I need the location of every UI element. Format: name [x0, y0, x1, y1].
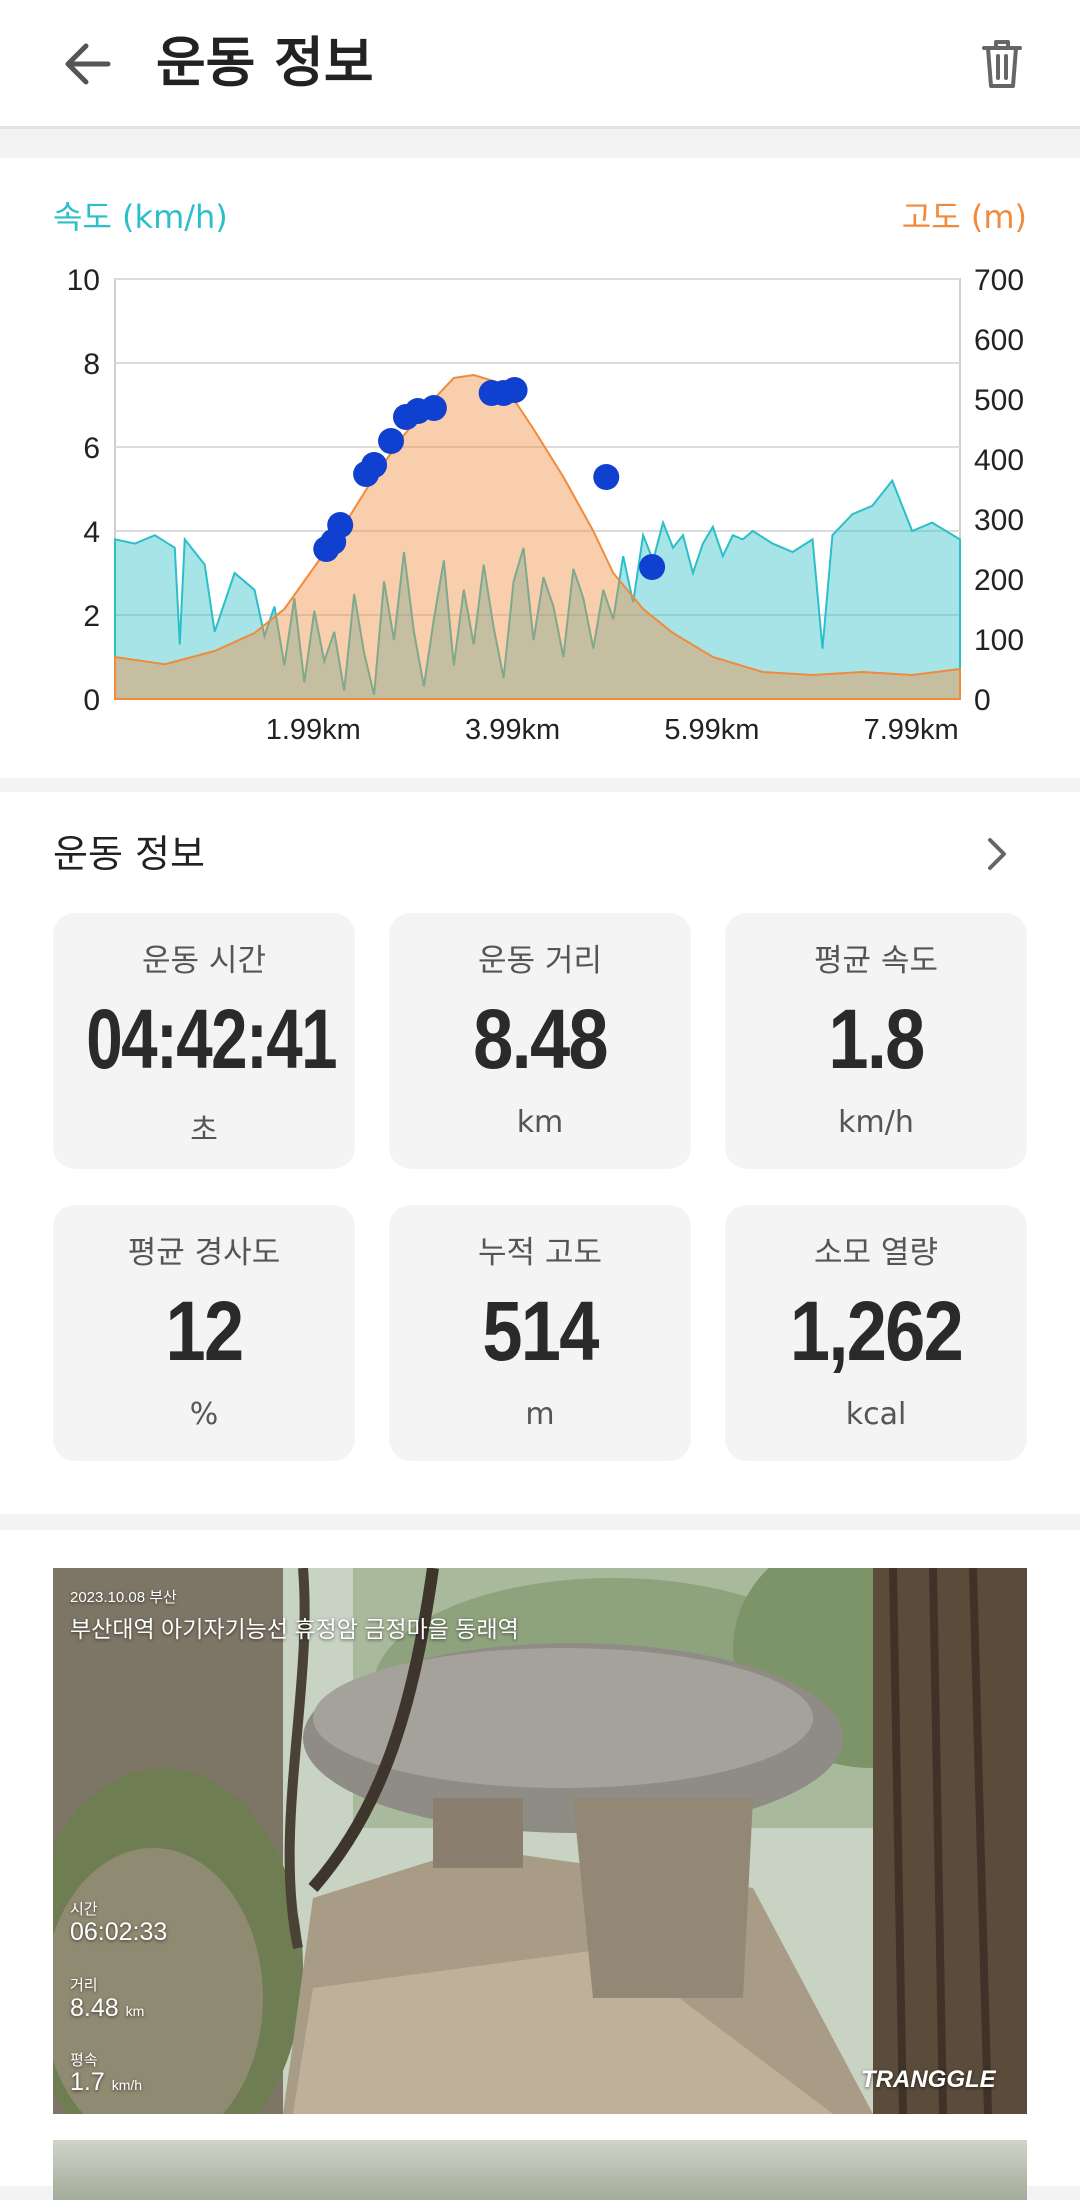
right-tick-label: 600	[974, 324, 1024, 357]
stat-value: 514	[482, 1284, 599, 1378]
photo-scene	[53, 1568, 1027, 2114]
right-tick-label: 400	[974, 444, 1024, 477]
right-tick-label: 200	[974, 564, 1024, 597]
left-tick-label: 10	[67, 264, 100, 297]
stat-label: 운동 시간	[142, 943, 266, 979]
left-tick-label: 2	[83, 600, 100, 633]
photo-distance-unit: km	[125, 2003, 145, 2019]
photo-route: 부산대역 아기자기능선 휴정암 금정마을 동래역	[70, 1616, 519, 1642]
right-tick-label: 500	[974, 384, 1024, 417]
photo-section: 2023.10.08 부산 부산대역 아기자기능선 휴정암 금정마을 동래역 시…	[0, 1530, 1080, 2200]
photo-speed-row: 1.7 km/h	[70, 2068, 142, 2097]
right-tick-label: 0	[974, 684, 991, 717]
photo-distance-value: 8.48	[70, 1994, 119, 2022]
stat-exercise-time: 운동 시간 04:42:41 초	[53, 913, 355, 1169]
x-tick-label: 5.99km	[664, 714, 759, 746]
hike-photo[interactable]: 2023.10.08 부산 부산대역 아기자기능선 휴정암 금정마을 동래역 시…	[53, 1568, 1027, 2114]
chevron-right-icon[interactable]	[975, 832, 1019, 876]
photo-time-label: 시간	[70, 1901, 98, 1918]
x-tick-label: 7.99km	[864, 714, 959, 746]
photo-marker-point	[593, 464, 620, 490]
stat-unit: km	[516, 1105, 564, 1140]
stat-label: 평균 속도	[814, 943, 938, 979]
arrow-left-icon[interactable]	[56, 32, 120, 96]
stat-value: 8.48	[473, 992, 608, 1086]
photo-speed-label: 평속	[70, 2052, 98, 2069]
photo-distance-label: 거리	[70, 1977, 98, 1994]
stat-label: 누적 고도	[478, 1235, 602, 1271]
photo-marker-point	[501, 377, 528, 403]
stat-cumulative-altitude: 누적 고도 514 m	[389, 1205, 691, 1461]
app-header: 운동 정보	[0, 0, 1080, 129]
photo-date-location: 2023.10.08 부산	[70, 1589, 177, 1606]
stat-label: 운동 거리	[478, 943, 602, 979]
left-tick-label: 0	[83, 684, 100, 717]
x-tick-label: 3.99km	[465, 714, 560, 746]
right-tick-label: 100	[974, 624, 1024, 657]
left-tick-label: 4	[83, 516, 100, 549]
stat-value: 1.8	[828, 992, 925, 1086]
photo-speed-unit: km/h	[111, 2077, 143, 2093]
stat-unit: %	[189, 1397, 219, 1432]
stat-value: 12	[165, 1284, 245, 1378]
stat-label: 소모 열량	[814, 1235, 938, 1271]
x-tick-label: 1.99km	[266, 714, 361, 746]
photo-speed-value: 1.7	[70, 2068, 105, 2096]
left-axis-label: 속도 (km/h)	[53, 198, 228, 236]
stat-average-slope: 평균 경사도 12 %	[53, 1205, 355, 1461]
stat-label: 평균 경사도	[127, 1235, 281, 1271]
stat-average-speed: 평균 속도 1.8 km/h	[725, 913, 1027, 1169]
exercise-info-section: 운동 정보 운동 시간 04:42:41 초 운동 거리 8.48 km 평균 …	[0, 792, 1080, 1514]
stat-unit: 초	[190, 1113, 218, 1148]
right-axis-label: 고도 (m)	[902, 198, 1027, 236]
photo-marker-point	[420, 395, 447, 421]
right-tick-label: 700	[974, 264, 1024, 297]
photo-distance-row: 8.48 km	[70, 1994, 144, 2023]
section-title: 운동 정보	[53, 832, 205, 876]
photo-marker-point	[378, 428, 405, 454]
stat-value: 1,262	[789, 1284, 964, 1378]
speed-altitude-chart-card: 속도 (km/h) 고도 (m) 10 8 6 4 2 0 700 600 500 400 300 200…	[0, 158, 1080, 778]
photo-marker-point	[361, 452, 388, 478]
stat-exercise-distance: 운동 거리 8.48 km	[389, 913, 691, 1169]
photo-marker-point	[639, 554, 666, 580]
next-photo[interactable]	[53, 2140, 1027, 2200]
stat-unit: kcal	[845, 1397, 907, 1432]
brand-logo: TRANGGLE	[861, 2066, 996, 2093]
left-tick-label: 8	[83, 348, 100, 381]
trash-icon[interactable]	[970, 32, 1034, 96]
photo-marker-point	[327, 512, 354, 538]
right-tick-label: 300	[974, 504, 1024, 537]
photo-time-value: 06:02:33	[70, 1918, 168, 1946]
page-title: 운동 정보	[156, 31, 374, 94]
stat-unit: km/h	[838, 1105, 914, 1140]
stat-calories: 소모 열량 1,262 kcal	[725, 1205, 1027, 1461]
left-tick-label: 6	[83, 432, 100, 465]
speed-altitude-chart: 속도 (km/h) 고도 (m) 10 8 6 4 2 0 700 600 500 400 300 200…	[53, 198, 1027, 746]
stat-value: 04:42:41	[86, 992, 337, 1086]
stat-unit: m	[525, 1397, 555, 1432]
